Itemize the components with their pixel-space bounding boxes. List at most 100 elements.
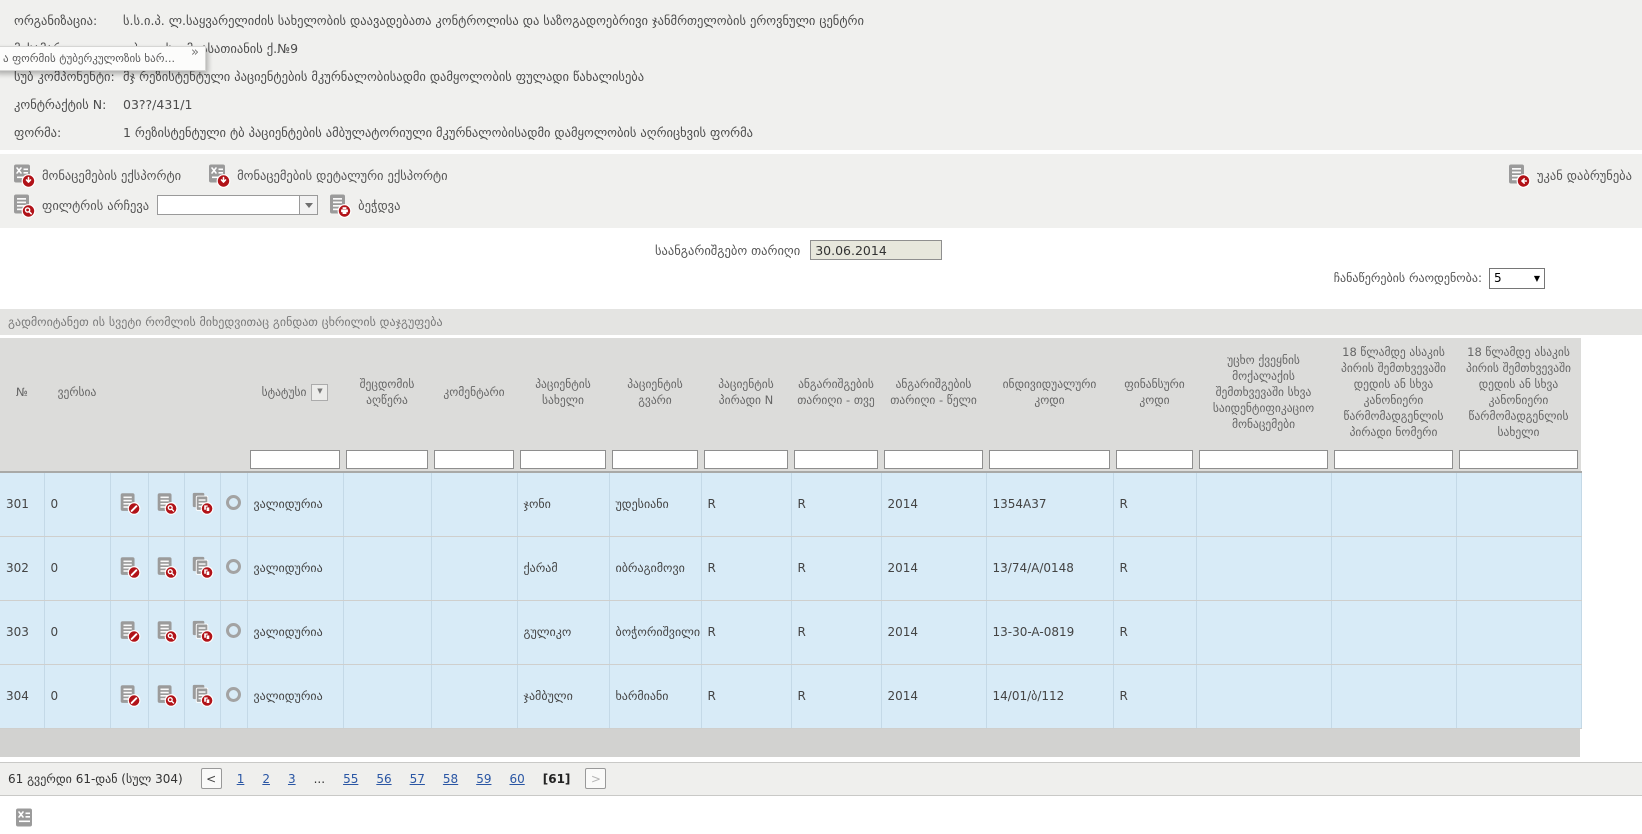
col-header-report-year[interactable]: ანგარიშგების თარიღი - წელი <box>881 338 986 446</box>
guardian-name-filter-input[interactable] <box>1459 450 1578 469</box>
col-header-number[interactable]: № <box>0 338 44 446</box>
back-button[interactable]: უკან დაბრუნება <box>1505 162 1632 188</box>
cell-version: 0 <box>44 536 110 600</box>
prev-page-button[interactable]: < <box>201 768 222 789</box>
personal-n-filter-input[interactable] <box>704 450 788 469</box>
report-date-row: საანგარიშგებო თარიღი <box>0 237 1642 263</box>
col-header-individual-code[interactable]: ინდივიდუალური კოდი <box>986 338 1113 446</box>
status-header-label: სტატუსი <box>262 385 307 399</box>
report-month-filter-input[interactable] <box>794 450 878 469</box>
edit-icon[interactable] <box>117 619 141 643</box>
cell-version: 0 <box>44 472 110 536</box>
status-filter-input[interactable] <box>250 450 340 469</box>
export-button[interactable]: მონაცემების ექსპორტი <box>10 162 181 188</box>
records-count-select[interactable]: 5 ▼ <box>1489 268 1545 289</box>
col-header-foreign-id[interactable]: უცხო ქვეყნის მოქალაქის შემთხვევაში სხვა … <box>1196 338 1331 446</box>
view-icon[interactable] <box>154 555 178 579</box>
col-header-version[interactable]: ვერსია <box>44 338 110 446</box>
col-header-view <box>148 338 184 446</box>
excel-export-icon-partial[interactable] <box>12 806 38 832</box>
cell-personal-n: R <box>701 600 791 664</box>
copy-icon[interactable] <box>190 683 214 707</box>
chevron-double-right-icon[interactable]: » <box>191 45 199 60</box>
cell-individual-code: 1354A37 <box>986 472 1113 536</box>
page-link-1[interactable]: 1 <box>237 772 245 786</box>
group-by-bar[interactable]: გადმოიტანეთ ის სვეტი რომლის მიხედვითაც გ… <box>0 309 1642 335</box>
cell-financial-code: R <box>1113 600 1196 664</box>
page-link-58[interactable]: 58 <box>443 772 458 786</box>
col-header-select <box>220 338 247 446</box>
cell-version: 0 <box>44 600 110 664</box>
error-filter-input[interactable] <box>346 450 428 469</box>
col-header-financial-code[interactable]: ფინანსური კოდი <box>1113 338 1196 446</box>
form-info-section: ორგანიზაცია: ს.ს.ი.პ. ლ.საყვარელიძის სახ… <box>0 0 1642 150</box>
col-header-report-month[interactable]: ანგარიშგების თარიღი - თვე <box>791 338 881 446</box>
page-link-3[interactable]: 3 <box>288 772 296 786</box>
col-header-status[interactable]: სტატუსი ▼ <box>247 338 343 446</box>
edit-icon[interactable] <box>117 683 141 707</box>
records-table: № ვერსია სტატუსი ▼ შეცდომის აღწერა კომენტ… <box>0 338 1582 729</box>
cell-comment <box>431 472 517 536</box>
excel-export-icon <box>10 162 36 188</box>
cell-guardian-name <box>1456 600 1581 664</box>
page-link-55[interactable]: 55 <box>343 772 358 786</box>
view-icon[interactable] <box>154 491 178 515</box>
guardian-id-filter-input[interactable] <box>1334 450 1453 469</box>
filter-select-button[interactable]: ფილტრის არჩევა <box>10 192 149 218</box>
last-name-filter-input[interactable] <box>612 450 698 469</box>
foreign-id-filter-input[interactable] <box>1199 450 1328 469</box>
cell-guardian-id <box>1331 536 1456 600</box>
cell-error <box>343 536 431 600</box>
col-header-error[interactable]: შეცდომის აღწერა <box>343 338 431 446</box>
cell-report-year: 2014 <box>881 472 986 536</box>
pagination-ellipsis: ... <box>314 772 325 786</box>
cell-individual-code: 14/01/ბ/112 <box>986 664 1113 728</box>
contract-label: კონტრაქტის N: <box>0 97 123 112</box>
page-link-56[interactable]: 56 <box>376 772 391 786</box>
cell-foreign-id <box>1196 536 1331 600</box>
edit-icon[interactable] <box>117 491 141 515</box>
report-year-filter-input[interactable] <box>884 450 983 469</box>
table-filter-row <box>0 446 1581 472</box>
page-link-60[interactable]: 60 <box>509 772 524 786</box>
page: ორგანიზაცია: ს.ს.ი.პ. ლ.საყვარელიძის სახ… <box>0 0 1642 834</box>
copy-icon[interactable] <box>190 491 214 515</box>
filter-combo-dropdown-button[interactable] <box>299 195 318 215</box>
comment-filter-input[interactable] <box>434 450 514 469</box>
row-radio-button[interactable] <box>226 495 241 510</box>
row-radio-button[interactable] <box>226 687 241 702</box>
col-header-last-name[interactable]: პაციენტის გვარი <box>609 338 701 446</box>
col-header-personal-n[interactable]: პაციენტის პირადი N <box>701 338 791 446</box>
next-page-button[interactable]: > <box>585 768 606 789</box>
cell-foreign-id <box>1196 472 1331 536</box>
cell-financial-code: R <box>1113 664 1196 728</box>
cell-report-year: 2014 <box>881 664 986 728</box>
col-header-guardian-id[interactable]: 18 წლამდე ასაკის პირის შემთხვევაში დედის… <box>1331 338 1456 446</box>
detailed-export-button[interactable]: მონაცემების დეტალური ექსპორტი <box>205 162 447 188</box>
first-name-filter-input[interactable] <box>520 450 606 469</box>
col-header-guardian-name[interactable]: 18 წლამდე ასაკის პირის შემთხვევაში დედის… <box>1456 338 1581 446</box>
col-header-first-name[interactable]: პაციენტის სახელი <box>517 338 609 446</box>
row-radio-button[interactable] <box>226 623 241 638</box>
edit-icon[interactable] <box>117 555 141 579</box>
status-filter-dropdown-button[interactable]: ▼ <box>311 384 328 401</box>
cell-guardian-name <box>1456 472 1581 536</box>
cell-report-month: R <box>791 600 881 664</box>
export-label: მონაცემების ექსპორტი <box>42 168 181 183</box>
copy-icon[interactable] <box>190 619 214 643</box>
view-icon[interactable] <box>154 619 178 643</box>
page-link-2[interactable]: 2 <box>262 772 270 786</box>
report-date-input[interactable] <box>810 240 942 260</box>
page-link-59[interactable]: 59 <box>476 772 491 786</box>
chevron-down-icon: ▼ <box>1534 274 1540 283</box>
individual-code-filter-input[interactable] <box>989 450 1110 469</box>
row-radio-button[interactable] <box>226 559 241 574</box>
view-icon[interactable] <box>154 683 178 707</box>
page-link-57[interactable]: 57 <box>410 772 425 786</box>
financial-code-filter-input[interactable] <box>1116 450 1193 469</box>
records-count-row: ჩანაწერების რაოდენობა: 5 ▼ <box>0 263 1642 293</box>
col-header-comment[interactable]: კომენტარი <box>431 338 517 446</box>
copy-icon[interactable] <box>190 555 214 579</box>
filter-combo-input[interactable] <box>157 195 299 215</box>
print-button[interactable]: ბეჭდვა <box>326 192 400 218</box>
